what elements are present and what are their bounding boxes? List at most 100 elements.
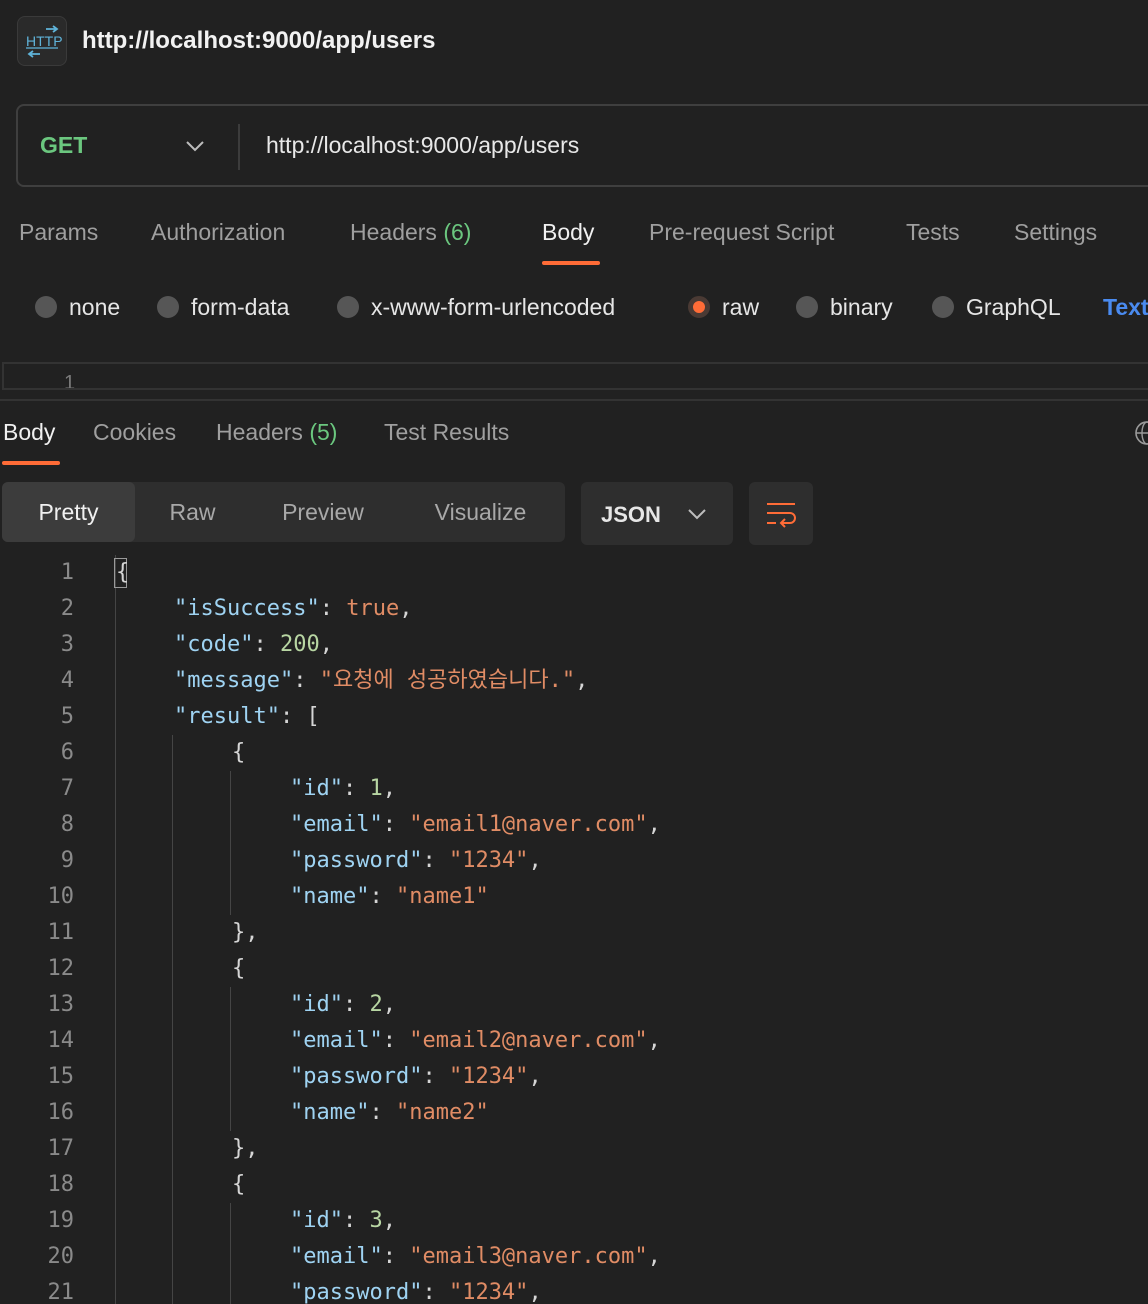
divider	[238, 124, 240, 170]
svg-text:HTTP: HTTP	[26, 33, 62, 49]
line-number: 2	[60, 596, 74, 621]
code-text: "email": "email1@naver.com",	[290, 807, 661, 843]
radio-dot	[796, 296, 818, 318]
line-number: 9	[60, 848, 74, 873]
radio-none[interactable]: none	[35, 292, 120, 322]
code-token: ,	[382, 1208, 396, 1233]
code-token: ,	[647, 1244, 661, 1269]
request-body-editor[interactable]: 1	[2, 362, 1148, 390]
indent-guide	[230, 987, 231, 1131]
indent-guide	[230, 1203, 231, 1304]
tab-body[interactable]: Body	[542, 219, 594, 246]
code-token: :	[422, 848, 449, 873]
panel-divider[interactable]	[0, 399, 1148, 401]
response-tab-cookies[interactable]: Cookies	[93, 419, 176, 446]
code-token: "1234"	[448, 1280, 529, 1304]
http-icon: HTTP	[17, 16, 67, 66]
response-active-tab-indicator	[2, 461, 60, 465]
response-tab-headers[interactable]: Headers (5)	[216, 419, 337, 446]
line-number: 12	[47, 956, 75, 981]
code-token: {	[232, 740, 246, 765]
code-token: "email2@naver.com"	[409, 1028, 648, 1053]
radio-raw[interactable]: raw	[688, 292, 759, 322]
code-token: : [	[279, 704, 320, 729]
view-mode-group: Pretty Raw Preview Visualize	[2, 482, 565, 542]
code-token: "password"	[290, 848, 423, 873]
code-text: {	[232, 951, 245, 987]
code-token: "email1@naver.com"	[409, 812, 648, 837]
line-number: 1	[60, 560, 74, 585]
response-tab-body[interactable]: Body	[3, 419, 55, 446]
code-token: "name"	[290, 884, 370, 909]
indent-guide	[172, 735, 173, 1304]
code-token: "name"	[290, 1100, 370, 1125]
view-raw-button[interactable]: Raw	[135, 482, 250, 542]
tab-params[interactable]: Params	[19, 219, 98, 246]
code-text: "password": "1234",	[290, 1059, 542, 1095]
code-token: "요청에 성공하였습니다."	[319, 668, 576, 693]
code-text: "password": "1234",	[290, 1275, 542, 1304]
response-format-select[interactable]: JSON	[581, 482, 733, 545]
code-token: "result"	[174, 704, 280, 729]
code-token: :	[369, 884, 396, 909]
code-token: :	[422, 1280, 449, 1304]
view-visualize-button[interactable]: Visualize	[396, 482, 565, 542]
radio-label: none	[69, 293, 121, 320]
code-token: 2	[369, 992, 383, 1017]
code-token: ,	[382, 776, 396, 801]
method-select[interactable]: GET	[40, 132, 87, 159]
code-text: "isSuccess": true,	[174, 591, 412, 627]
line-number: 15	[47, 1064, 75, 1089]
response-tab-test-results[interactable]: Test Results	[384, 419, 509, 446]
tab-pre-request-script[interactable]: Pre-request Script	[649, 219, 834, 246]
line-number: 19	[47, 1208, 75, 1233]
code-token: ,	[647, 812, 661, 837]
body-format-select[interactable]: Text	[1103, 292, 1148, 322]
indent-guide	[230, 771, 231, 915]
chevron-down-icon[interactable]	[186, 140, 204, 152]
radio-dot	[932, 296, 954, 318]
line-number: 20	[47, 1244, 75, 1269]
view-pretty-button[interactable]: Pretty	[2, 482, 135, 542]
code-token: "password"	[290, 1280, 423, 1304]
line-number: 17	[47, 1136, 75, 1161]
tab-tests[interactable]: Tests	[906, 219, 960, 246]
response-tab-headers-count: (5)	[309, 419, 338, 445]
url-input[interactable]: http://localhost:9000/app/users	[266, 132, 579, 159]
radio-label: GraphQL	[966, 293, 1061, 320]
code-token: {	[232, 956, 246, 981]
line-number: 13	[47, 992, 75, 1017]
code-text: {	[116, 555, 129, 591]
globe-icon[interactable]	[1134, 420, 1148, 446]
code-text: "code": 200,	[174, 627, 333, 663]
code-token: true	[346, 596, 400, 621]
radio-urlencoded[interactable]: x-www-form-urlencoded	[337, 292, 615, 322]
tab-settings[interactable]: Settings	[1014, 219, 1097, 246]
line-number: 18	[47, 1172, 75, 1197]
code-token: ,	[399, 596, 413, 621]
tab-authorization[interactable]: Authorization	[151, 219, 285, 246]
code-token: :	[342, 1208, 370, 1233]
code-token: "name2"	[395, 1100, 489, 1125]
body-format-label: Text	[1103, 293, 1148, 320]
code-token: 200	[279, 632, 320, 657]
radio-form-data[interactable]: form-data	[157, 292, 289, 322]
view-preview-button[interactable]: Preview	[250, 482, 396, 542]
radio-binary[interactable]: binary	[796, 292, 893, 322]
response-body-editor[interactable]: 1{2 "isSuccess": true, 3 "code": 200, 4 "mess…	[0, 555, 1148, 1304]
code-token: :	[382, 1028, 410, 1053]
line-number: 4	[60, 668, 74, 693]
radio-dot	[35, 296, 57, 318]
code-text: {	[232, 735, 245, 771]
wrap-lines-button[interactable]	[749, 482, 813, 545]
tab-headers[interactable]: Headers (6)	[350, 219, 471, 246]
code-token: :	[293, 668, 320, 693]
line-number: 6	[60, 740, 74, 765]
radio-graphql[interactable]: GraphQL	[932, 292, 1061, 322]
code-text: "message": "요청에 성공하였습니다.",	[174, 663, 588, 699]
line-number: 8	[60, 812, 74, 837]
code-token: :	[253, 632, 280, 657]
code-text: "id": 2,	[290, 987, 396, 1023]
code-token: "code"	[174, 632, 254, 657]
code-token: "email3@naver.com"	[409, 1244, 648, 1269]
